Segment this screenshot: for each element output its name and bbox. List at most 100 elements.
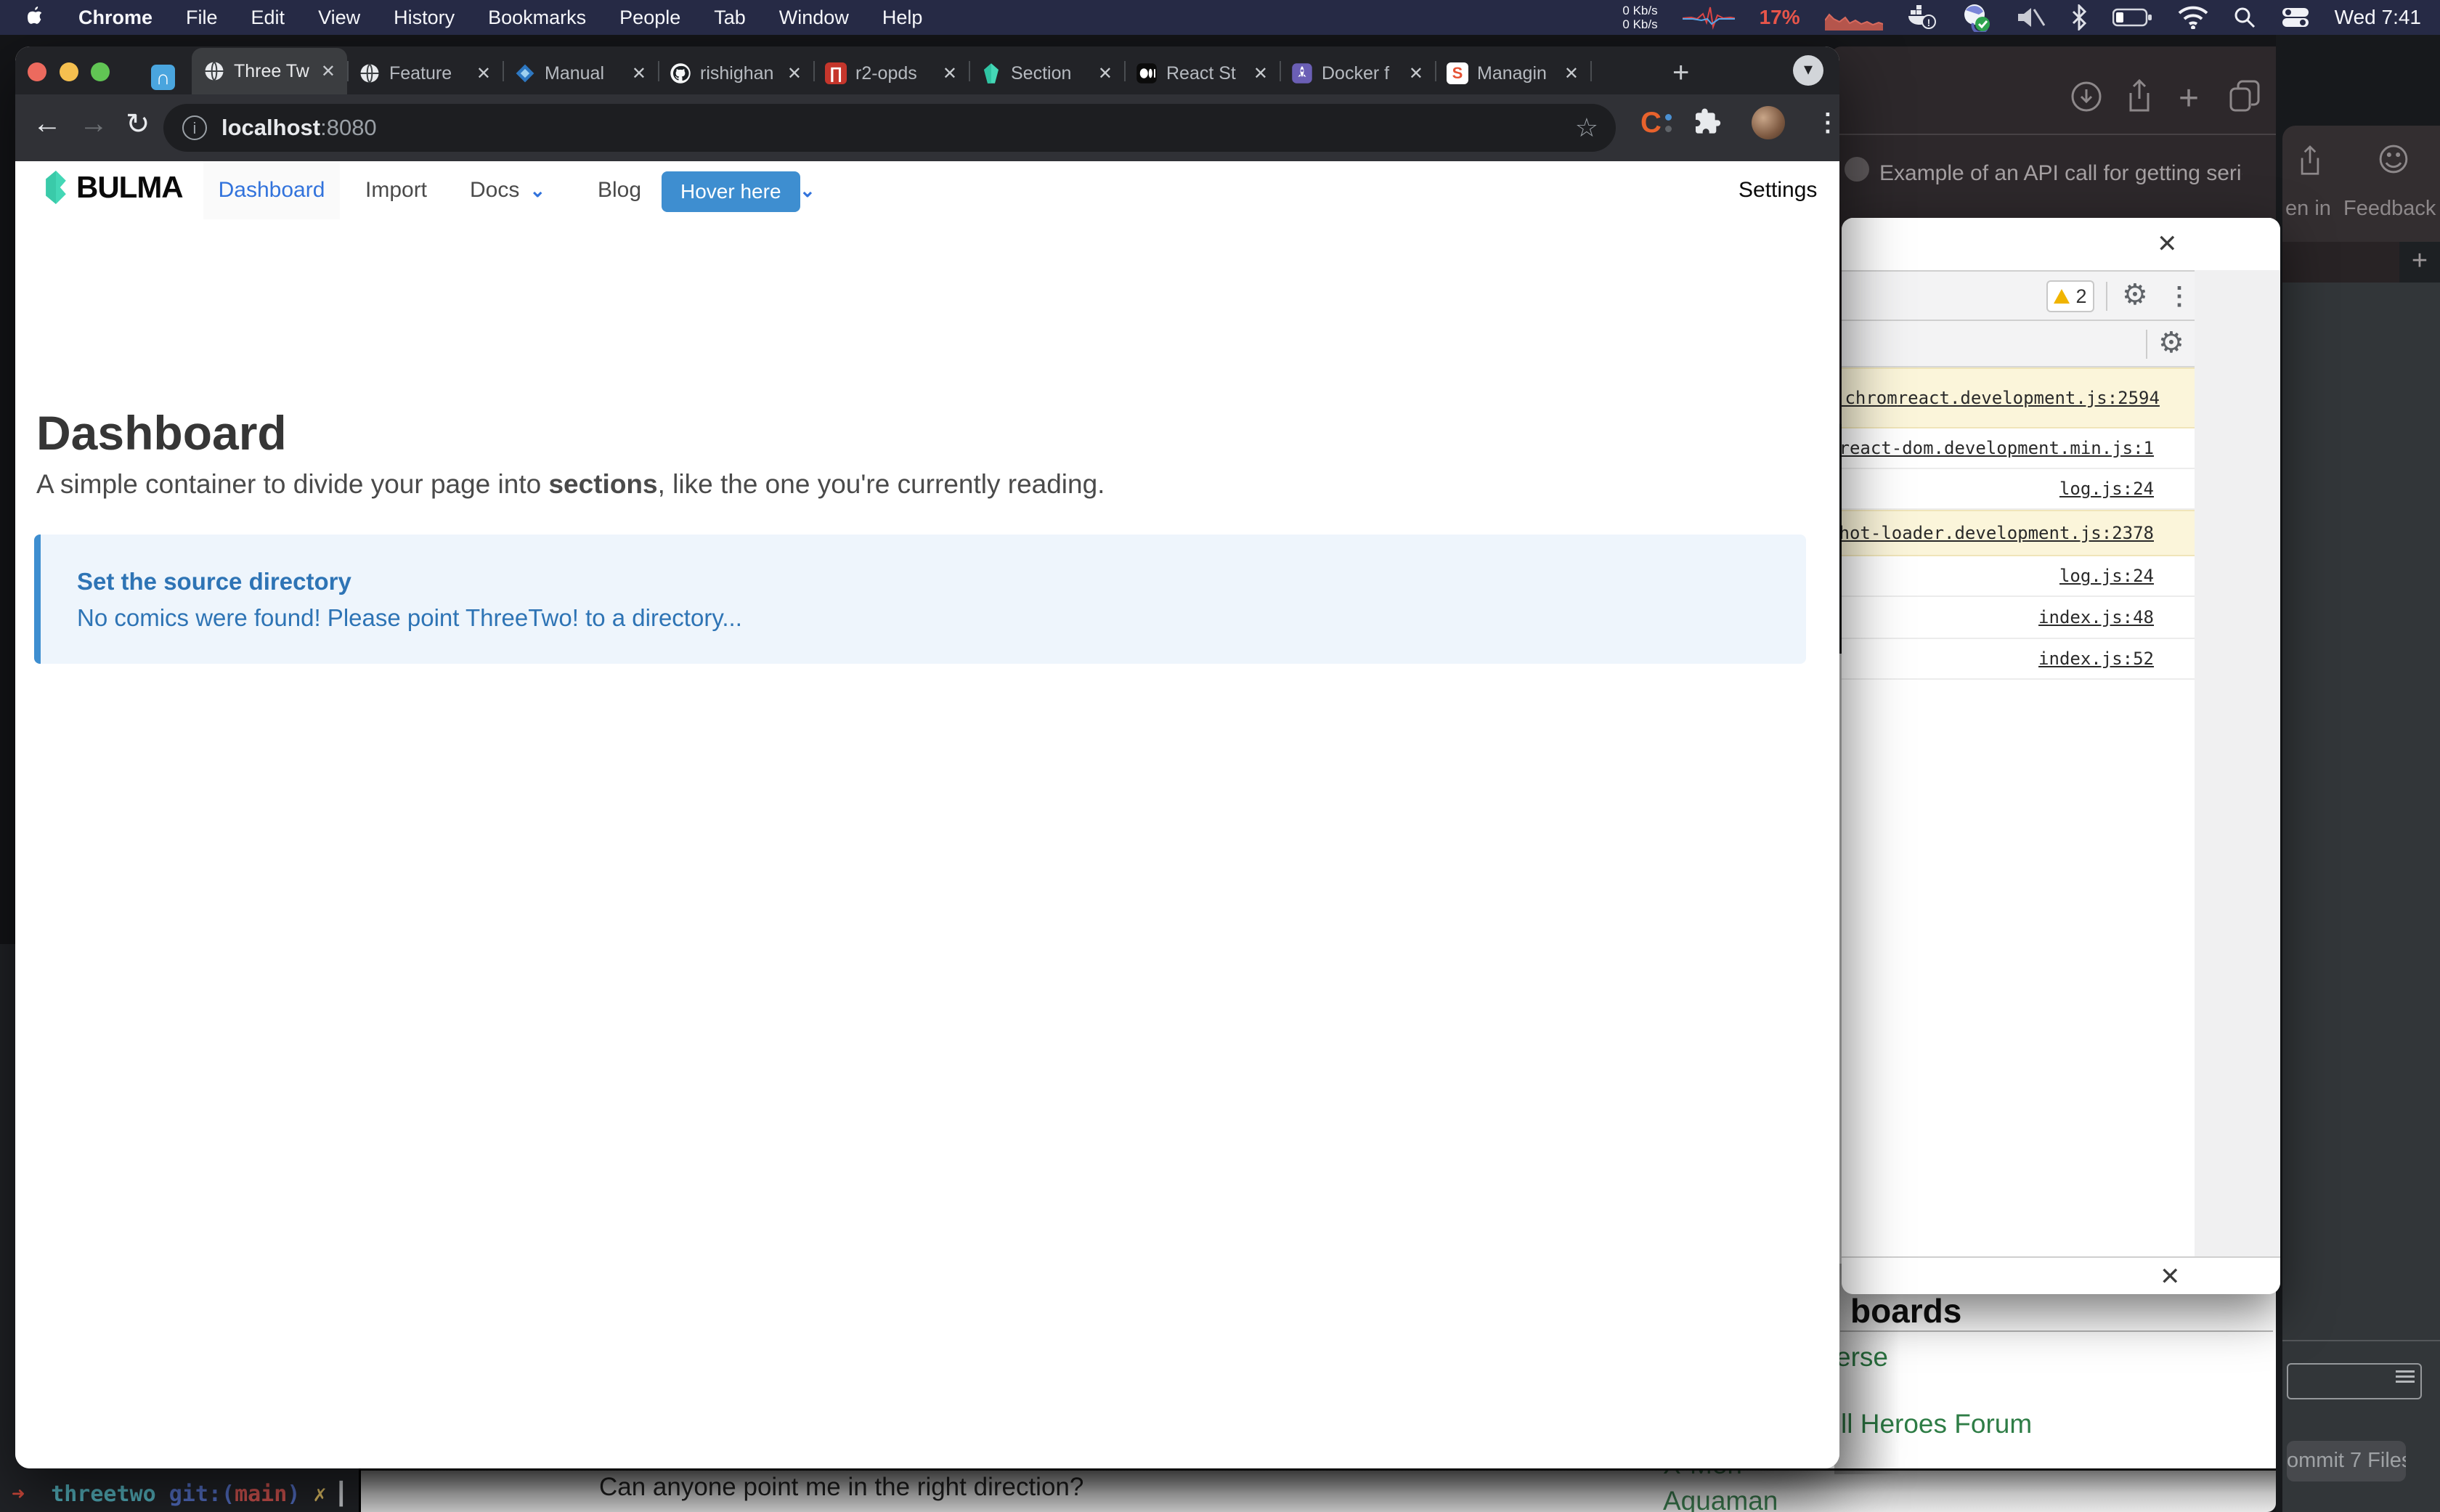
tabs-overview-icon[interactable] bbox=[2228, 80, 2261, 117]
tab-search-button[interactable]: ▾ bbox=[1793, 55, 1823, 86]
warning-count-badge[interactable]: 2 bbox=[2046, 280, 2094, 312]
download-icon[interactable] bbox=[2070, 80, 2103, 117]
console-source-link[interactable]: log.js:24 bbox=[2059, 566, 2154, 586]
github-icon bbox=[670, 62, 691, 84]
minimize-window-button[interactable] bbox=[60, 62, 78, 81]
reload-button[interactable]: ↻ bbox=[126, 107, 150, 141]
tab-feature[interactable]: Feature ✕ bbox=[347, 52, 503, 94]
zoom-window-button[interactable] bbox=[91, 62, 110, 81]
nav-item-blog[interactable]: Blog bbox=[598, 161, 641, 219]
close-tab-icon[interactable]: ✕ bbox=[1409, 63, 1423, 84]
close-tab-icon[interactable]: ✕ bbox=[632, 63, 646, 84]
kebab-menu-icon[interactable]: ⋮ bbox=[2167, 282, 2192, 311]
nav-item-settings[interactable]: Settings bbox=[1738, 161, 1817, 219]
spotlight-search-icon[interactable] bbox=[2233, 6, 2256, 29]
smashing-icon: S bbox=[1447, 62, 1468, 84]
bluetooth-icon[interactable] bbox=[2070, 4, 2088, 31]
console-source-link[interactable]: log.js:24 bbox=[2059, 479, 2154, 499]
console-source-link[interactable]: react-dom.development.min.js:1 bbox=[1842, 438, 2154, 458]
forum-link-heroes[interactable]: ll Heroes Forum bbox=[1841, 1409, 2032, 1439]
new-tab-button[interactable]: + bbox=[1672, 57, 1689, 89]
tab-docker[interactable]: Docker f ✕ bbox=[1280, 52, 1435, 94]
menu-help[interactable]: Help bbox=[882, 7, 923, 29]
add-tab-button[interactable]: + bbox=[2399, 242, 2440, 283]
tab-medium[interactable]: React St ✕ bbox=[1124, 52, 1280, 94]
close-tab-icon[interactable]: ✕ bbox=[943, 63, 957, 84]
tab-r2opds[interactable]: ∏ r2-opds ✕ bbox=[813, 52, 969, 94]
back-button[interactable]: ← bbox=[33, 107, 62, 140]
console-source-link[interactable]: react.development.js:2594 bbox=[1898, 388, 2160, 408]
console-source-link[interactable]: index.js:48 bbox=[2038, 607, 2154, 627]
volume-muted-icon[interactable] bbox=[2017, 5, 2046, 30]
menu-history[interactable]: History bbox=[394, 7, 455, 29]
share-icon[interactable] bbox=[2123, 78, 2155, 118]
battery-icon[interactable] bbox=[2112, 7, 2153, 28]
menu-window[interactable]: Window bbox=[779, 7, 849, 29]
tab-manual[interactable]: Manual ✕ bbox=[503, 52, 658, 94]
extensions-puzzle-icon[interactable] bbox=[1692, 107, 1721, 139]
close-icon[interactable]: ✕ bbox=[2160, 1262, 2181, 1291]
battery-percent-readout[interactable]: 17% bbox=[1760, 6, 1800, 29]
close-tab-icon[interactable]: ✕ bbox=[476, 63, 491, 84]
close-tab-icon[interactable]: ✕ bbox=[1253, 63, 1268, 84]
close-tab-icon[interactable]: ✕ bbox=[1098, 63, 1113, 84]
profile-avatar[interactable] bbox=[1752, 106, 1785, 139]
site-info-icon[interactable]: i bbox=[182, 115, 207, 140]
dropdown-toggle[interactable]: ⌄ bbox=[789, 161, 816, 219]
sync-check-icon[interactable] bbox=[1961, 3, 1992, 32]
menu-file[interactable]: File bbox=[186, 7, 218, 29]
tab-title[interactable]: Example of an API call for getting serie… bbox=[1879, 161, 2242, 186]
settings-gear-icon[interactable]: ⚙ bbox=[2122, 280, 2148, 309]
menu-app-name[interactable]: Chrome bbox=[78, 7, 152, 29]
close-tab-icon[interactable]: ✕ bbox=[787, 63, 802, 84]
menu-tab[interactable]: Tab bbox=[714, 7, 746, 29]
bookmark-star-icon[interactable]: ☆ bbox=[1575, 113, 1598, 143]
tab-github[interactable]: rishighan ✕ bbox=[658, 52, 813, 94]
apple-menu-icon[interactable] bbox=[26, 7, 45, 28]
new-tab-plus-icon[interactable]: + bbox=[2179, 78, 2199, 118]
cpu-history-icon[interactable] bbox=[1825, 4, 1883, 31]
control-center-icon[interactable] bbox=[2281, 7, 2310, 28]
settings-gear-icon[interactable]: ⚙ bbox=[2158, 328, 2184, 357]
forward-button[interactable]: → bbox=[79, 107, 108, 140]
colorzilla-extension-icon[interactable]: C bbox=[1640, 107, 1662, 139]
tab-threetwo[interactable]: Three Tw ✕ bbox=[192, 48, 347, 94]
console-gutter bbox=[2195, 270, 2280, 1256]
menu-bookmarks[interactable]: Bookmarks bbox=[488, 7, 586, 29]
nav-item-docs[interactable]: Docs ⌄ bbox=[470, 161, 545, 219]
nav-item-dashboard[interactable]: Dashboard bbox=[203, 161, 340, 219]
console-source-link[interactable]: .chrom bbox=[1842, 388, 1898, 408]
open-in-label[interactable]: en in bbox=[2285, 197, 2331, 221]
network-graph-icon[interactable] bbox=[1683, 5, 1735, 30]
pinned-tab[interactable]: ∩ bbox=[151, 65, 175, 90]
commit-files-button[interactable]: ommit 7 Files bbox=[2287, 1441, 2406, 1481]
feedback-smiley-icon[interactable]: ☺ bbox=[2377, 142, 2410, 179]
bulma-logo[interactable]: BULMA bbox=[46, 170, 183, 205]
close-tab-icon[interactable]: ✕ bbox=[1564, 63, 1579, 84]
close-icon[interactable]: ✕ bbox=[2157, 229, 2178, 259]
menu-edit[interactable]: Edit bbox=[251, 7, 285, 29]
console-source-link[interactable]: react-hot-loader.development.js:2378 bbox=[1842, 523, 2154, 543]
browser-menu-kebab-icon[interactable]: ⋮ bbox=[1815, 108, 1839, 137]
menu-clock[interactable]: Wed 7:41 bbox=[2335, 6, 2421, 29]
feedback-label[interactable]: Feedback bbox=[2343, 197, 2436, 221]
menu-view[interactable]: View bbox=[318, 7, 360, 29]
console-source-link[interactable]: index.js:52 bbox=[2038, 649, 2154, 669]
globe-icon bbox=[203, 60, 225, 82]
hover-here-button[interactable]: Hover here bbox=[662, 171, 800, 212]
wifi-icon[interactable] bbox=[2178, 6, 2208, 29]
info-message-box: Set the source directory No comics were … bbox=[34, 535, 1806, 664]
tab-smashing[interactable]: S Managin ✕ bbox=[1435, 52, 1590, 94]
close-window-button[interactable] bbox=[28, 62, 46, 81]
nav-item-import[interactable]: Import bbox=[365, 161, 427, 219]
forum-link-aquaman[interactable]: Aquaman bbox=[1663, 1486, 1778, 1512]
tab-section[interactable]: Section ✕ bbox=[969, 52, 1124, 94]
share-icon[interactable] bbox=[2295, 145, 2325, 182]
close-tab-icon[interactable]: ✕ bbox=[321, 61, 336, 82]
docker-menu-icon[interactable]: ! bbox=[1908, 4, 1937, 31]
commit-message-field[interactable] bbox=[2287, 1363, 2422, 1399]
forum-link-verse[interactable]: erse bbox=[1836, 1342, 1888, 1373]
menu-people[interactable]: People bbox=[619, 7, 680, 29]
address-bar[interactable]: i localhost:8080 ☆ bbox=[163, 104, 1616, 152]
network-speed-readout[interactable]: 0 Kb/s0 Kb/s bbox=[1622, 4, 1657, 31]
